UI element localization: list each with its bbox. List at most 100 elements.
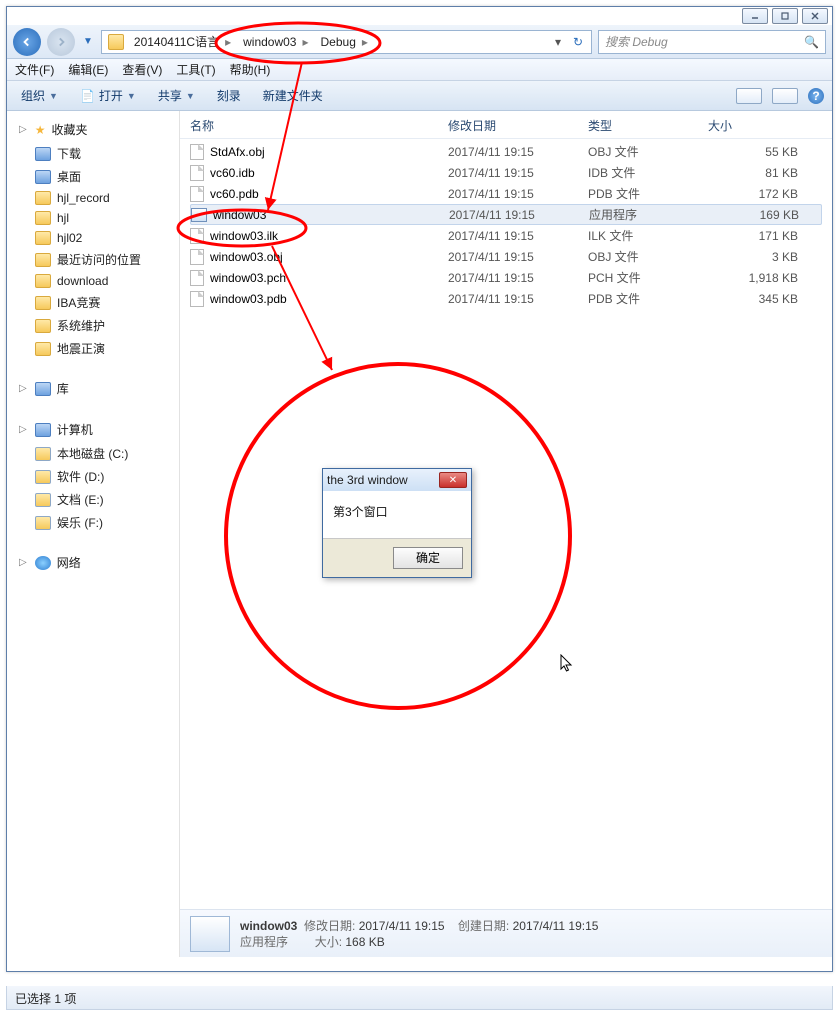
file-row[interactable]: window03.pdb2017/4/11 19:15PDB 文件345 KB: [190, 288, 822, 309]
network-icon: [35, 556, 51, 570]
folder-icon: [108, 34, 124, 50]
breadcrumb-item[interactable]: window03▸: [237, 35, 314, 49]
file-thumbnail: [190, 916, 230, 952]
sidebar-item[interactable]: 桌面: [7, 165, 179, 188]
sidebar-item[interactable]: hjl02: [7, 228, 179, 248]
column-headers[interactable]: 名称 修改日期 类型 大小: [180, 111, 832, 139]
folder-icon: [35, 274, 51, 288]
navigation-pane: ▷★收藏夹 下载桌面 hjl_recordhjl hjl02 最近访问的位置downl…: [7, 111, 180, 957]
sidebar-item-label: hjl02: [57, 231, 82, 245]
forward-button[interactable]: [47, 28, 75, 56]
menu-tools[interactable]: 工具(T): [176, 61, 215, 78]
sidebar-item-label: 文档 (E:): [57, 491, 104, 508]
disk-icon: [35, 447, 51, 461]
history-dropdown[interactable]: ▼: [81, 36, 95, 47]
folder-icon: [35, 147, 51, 161]
file-name: window03.pch: [210, 271, 286, 285]
libraries-group[interactable]: ▷库: [7, 376, 179, 401]
sidebar-item[interactable]: 系统维护: [7, 314, 179, 337]
minimize-button[interactable]: [742, 8, 768, 24]
sidebar-item-label: 娱乐 (F:): [57, 514, 103, 531]
file-type: IDB 文件: [588, 164, 708, 181]
menu-edit[interactable]: 编辑(E): [68, 61, 108, 78]
close-button[interactable]: [802, 8, 828, 24]
breadcrumb-item[interactable]: Debug▸: [315, 35, 374, 49]
sidebar-item-label: hjl: [57, 211, 69, 225]
status-bar: 已选择 1 项: [6, 986, 833, 1010]
folder-icon: [35, 253, 51, 267]
back-button[interactable]: [13, 28, 41, 56]
col-type[interactable]: 类型: [588, 117, 708, 134]
file-name: window03.obj: [210, 250, 283, 264]
file-row[interactable]: window03.obj2017/4/11 19:15OBJ 文件3 KB: [190, 246, 822, 267]
sidebar-item-label: IBA竞赛: [57, 294, 100, 311]
help-button[interactable]: ?: [808, 88, 824, 104]
file-icon: [190, 291, 204, 307]
file-row[interactable]: StdAfx.obj2017/4/11 19:15OBJ 文件55 KB: [190, 141, 822, 162]
maximize-button[interactable]: [772, 8, 798, 24]
caption-buttons: [738, 6, 832, 26]
sidebar-item[interactable]: 下载: [7, 142, 179, 165]
col-size[interactable]: 大小: [708, 117, 798, 134]
organize-button[interactable]: 组织▼: [15, 85, 64, 106]
breadcrumb-item[interactable]: 20140411C语言▸: [128, 33, 237, 50]
dialog-body: 第3个窗口: [323, 491, 471, 539]
file-row[interactable]: window03.ilk2017/4/11 19:15ILK 文件171 KB: [190, 225, 822, 246]
file-icon: [190, 165, 204, 181]
newfolder-button[interactable]: 新建文件夹: [257, 85, 329, 106]
dialog-ok-button[interactable]: 确定: [393, 547, 463, 569]
computer-icon: [35, 423, 51, 437]
sidebar-item[interactable]: IBA竞赛: [7, 291, 179, 314]
menu-view[interactable]: 查看(V): [122, 61, 162, 78]
details-name: window03: [240, 919, 297, 933]
burn-button[interactable]: 刻录: [211, 85, 247, 106]
file-type: PDB 文件: [588, 185, 708, 202]
file-date: 2017/4/11 19:15: [448, 166, 588, 180]
file-name: window03.pdb: [210, 292, 287, 306]
application-icon: [191, 208, 207, 222]
dialog-close-button[interactable]: ✕: [439, 472, 467, 488]
computer-group[interactable]: ▷计算机: [7, 417, 179, 442]
sidebar-drive[interactable]: 文档 (E:): [7, 488, 179, 511]
folder-icon: [35, 170, 51, 184]
folder-icon: [35, 319, 51, 333]
address-dropdown[interactable]: ▾: [549, 35, 567, 49]
sidebar-item[interactable]: 地震正演: [7, 337, 179, 360]
menu-bar: 文件(F) 编辑(E) 查看(V) 工具(T) 帮助(H): [7, 59, 832, 81]
sidebar-item[interactable]: download: [7, 271, 179, 291]
sidebar-drive[interactable]: 娱乐 (F:): [7, 511, 179, 534]
favorites-group[interactable]: ▷★收藏夹: [7, 117, 179, 142]
file-date: 2017/4/11 19:15: [448, 145, 588, 159]
menu-help[interactable]: 帮助(H): [230, 61, 271, 78]
file-name: StdAfx.obj: [210, 145, 265, 159]
toolbar: 组织▼ 📄 打开▼ 共享▼ 刻录 新建文件夹 ?: [7, 81, 832, 111]
menu-file[interactable]: 文件(F): [15, 61, 54, 78]
disk-icon: [35, 493, 51, 507]
open-button[interactable]: 📄 打开▼: [74, 85, 142, 106]
network-group[interactable]: ▷网络: [7, 550, 179, 575]
sidebar-item-label: 本地磁盘 (C:): [57, 445, 128, 462]
file-row[interactable]: window03.pch2017/4/11 19:15PCH 文件1,918 K…: [190, 267, 822, 288]
col-modified[interactable]: 修改日期: [448, 117, 588, 134]
search-input[interactable]: 搜索 Debug 🔍: [598, 30, 826, 54]
share-button[interactable]: 共享▼: [152, 85, 201, 106]
view-options-button[interactable]: [736, 88, 762, 104]
file-row[interactable]: vc60.pdb2017/4/11 19:15PDB 文件172 KB: [190, 183, 822, 204]
sidebar-item-label: hjl_record: [57, 191, 110, 205]
preview-pane-button[interactable]: [772, 88, 798, 104]
sidebar-item[interactable]: hjl_record: [7, 188, 179, 208]
file-name: vc60.pdb: [210, 187, 259, 201]
sidebar-drive[interactable]: 软件 (D:): [7, 465, 179, 488]
sidebar-item[interactable]: hjl: [7, 208, 179, 228]
file-date: 2017/4/11 19:15: [448, 271, 588, 285]
col-name[interactable]: 名称: [190, 117, 448, 134]
file-type: OBJ 文件: [588, 248, 708, 265]
file-type: OBJ 文件: [588, 143, 708, 160]
file-row[interactable]: window032017/4/11 19:15应用程序169 KB: [190, 204, 822, 225]
sidebar-drive[interactable]: 本地磁盘 (C:): [7, 442, 179, 465]
disk-icon: [35, 516, 51, 530]
refresh-button[interactable]: ↻: [567, 35, 589, 49]
address-bar[interactable]: 20140411C语言▸ window03▸ Debug▸ ▾ ↻: [101, 30, 592, 54]
sidebar-item[interactable]: 最近访问的位置: [7, 248, 179, 271]
file-row[interactable]: vc60.idb2017/4/11 19:15IDB 文件81 KB: [190, 162, 822, 183]
